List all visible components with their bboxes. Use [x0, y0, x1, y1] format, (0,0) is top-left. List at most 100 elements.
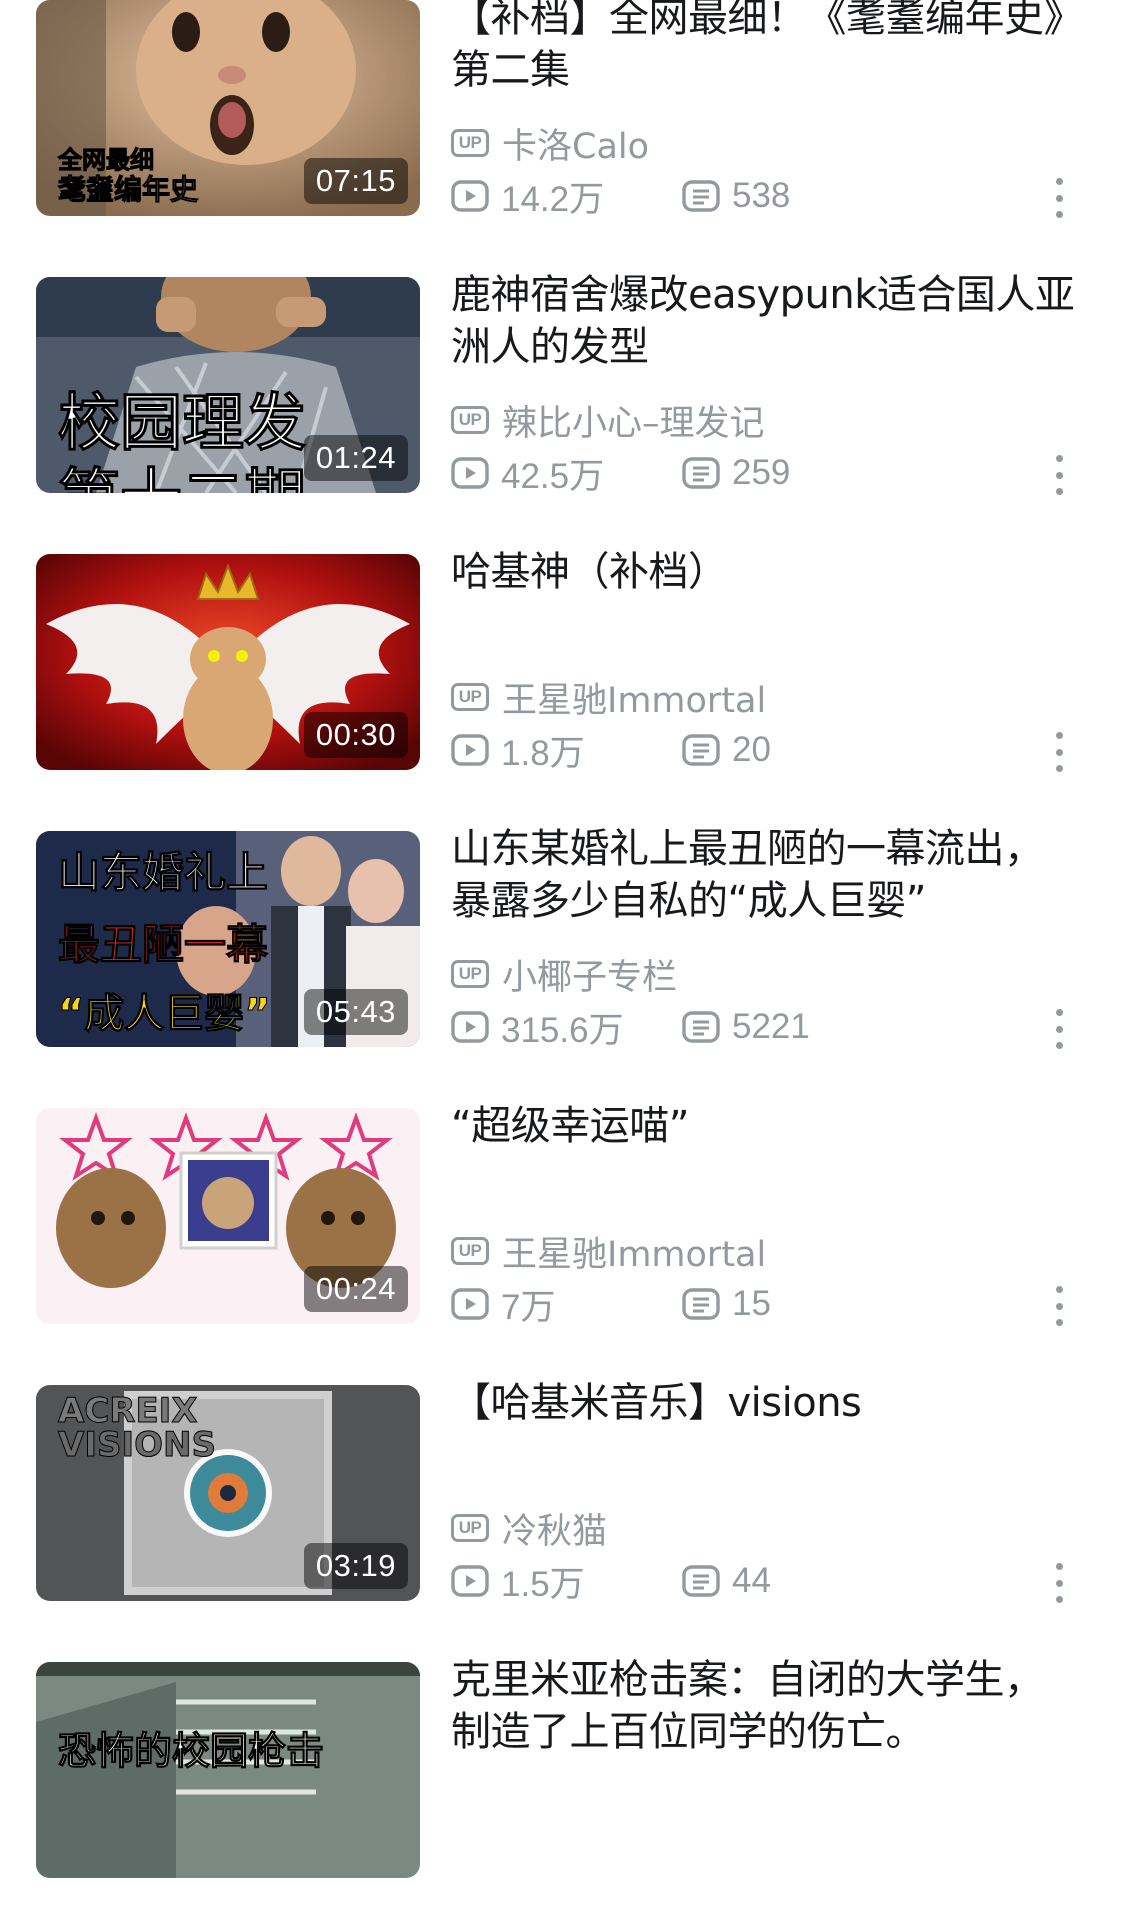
comment-count: 20: [682, 730, 771, 770]
video-card[interactable]: 00:24 “超级幸运喵” UP 王星驰Immortal 7万 15: [0, 1078, 1125, 1355]
uploader-name: 冷秋猫: [502, 1511, 608, 1552]
uploader-row[interactable]: UP 王星驰Immortal: [451, 1228, 767, 1275]
thumbnail-caption: 恐怖的校园枪击: [57, 1729, 325, 1774]
comment-count: 15: [682, 1284, 771, 1324]
danmaku-count-icon: [682, 734, 720, 766]
video-list: 全网最细 耄耋编年史 07:15 【补档】全网最细！《耄耋编年史》第二集 UP 卡洛Cal…: [0, 0, 1125, 1909]
duration-badge: 07:15: [303, 158, 408, 204]
more-vertical-icon[interactable]: [1047, 1009, 1071, 1049]
uploader-name: 王星驰Immortal: [502, 1234, 767, 1275]
video-title[interactable]: 【补档】全网最细！《耄耋编年史》第二集: [451, 0, 1081, 96]
stats-row: 42.5万 259: [451, 450, 1091, 496]
duration-badge: 00:24: [303, 1266, 408, 1312]
duration-badge: 05:43: [303, 989, 408, 1035]
play-count: 1.5万: [451, 1556, 682, 1607]
comment-count-value: 44: [732, 1561, 771, 1600]
play-count-icon: [451, 1288, 489, 1320]
comment-count: 259: [682, 453, 790, 493]
duration-badge: 01:24: [303, 435, 408, 481]
video-thumbnail[interactable]: 恐怖的校园枪击: [36, 1662, 420, 1878]
up-badge-icon: UP: [451, 683, 489, 711]
play-count-icon: [451, 1011, 489, 1043]
play-count-value: 7万: [501, 1287, 556, 1327]
video-title[interactable]: “超级幸运喵”: [451, 1100, 1081, 1152]
video-title[interactable]: 鹿神宿舍爆改easypunk适合国人亚洲人的发型: [451, 269, 1081, 373]
danmaku-count-icon: [682, 1565, 720, 1597]
video-thumbnail[interactable]: 校园理发第十二期01:24: [36, 277, 420, 493]
play-count-value: 1.8万: [501, 733, 585, 773]
play-count: 14.2万: [451, 171, 682, 222]
up-badge-icon: UP: [451, 1514, 489, 1542]
duration-badge: 00:30: [303, 712, 408, 758]
thumbnail-caption: 第十二期: [57, 447, 306, 494]
video-title[interactable]: 克里米亚枪击案：自闭的大学生，制造了上百位同学的伤亡。: [451, 1654, 1081, 1758]
uploader-row[interactable]: UP 卡洛Calo: [451, 120, 650, 167]
video-card[interactable]: 全网最细 耄耋编年史 07:15 【补档】全网最细！《耄耋编年史》第二集 UP 卡洛Cal…: [0, 0, 1125, 247]
play-count: 7万: [451, 1279, 682, 1330]
stats-row: 315.6万 5221: [451, 1004, 1091, 1050]
comment-count: 44: [682, 1561, 771, 1601]
video-title[interactable]: 哈基神（补档）: [451, 546, 1081, 598]
video-thumbnail[interactable]: 全网最细 耄耋编年史 07:15: [36, 0, 420, 216]
play-count: 42.5万: [451, 448, 682, 499]
comment-count: 5221: [682, 1007, 810, 1047]
up-badge-icon: UP: [451, 1237, 489, 1265]
uploader-row[interactable]: UP 王星驰Immortal: [451, 674, 767, 721]
play-count-icon: [451, 457, 489, 489]
danmaku-count-icon: [682, 457, 720, 489]
up-badge-icon: UP: [451, 960, 489, 988]
uploader-row[interactable]: UP 冷秋猫: [451, 1505, 608, 1552]
uploader-name: 小椰子专栏: [502, 957, 678, 998]
comment-count-value: 5221: [732, 1007, 810, 1046]
uploader-name: 辣比小心–理发记: [502, 403, 765, 444]
play-count: 315.6万: [451, 1002, 682, 1053]
stats-row: 1.8万 20: [451, 727, 1091, 773]
play-count-value: 42.5万: [501, 456, 605, 496]
video-thumbnail[interactable]: 山东婚礼上最丑陋一幕 “成人巨婴” 05:43: [36, 831, 420, 1047]
stats-row: 7万 15: [451, 1281, 1091, 1327]
video-card[interactable]: 山东婚礼上最丑陋一幕 “成人巨婴” 05:43 山东某婚礼上最丑陋的一幕流出，暴露多少…: [0, 801, 1125, 1078]
video-title[interactable]: 山东某婚礼上最丑陋的一幕流出，暴露多少自私的“成人巨婴”: [451, 823, 1081, 927]
comment-count-value: 20: [732, 730, 771, 769]
video-title[interactable]: 【哈基米音乐】visions: [451, 1377, 1081, 1429]
more-vertical-icon[interactable]: [1047, 455, 1071, 495]
comment-count-value: 259: [732, 453, 791, 492]
thumbnail-caption: 耄耋编年史: [57, 173, 199, 207]
video-card[interactable]: 恐怖的校园枪击 克里米亚枪击案：自闭的大学生，制造了上百位同学的伤亡。: [0, 1632, 1125, 1909]
stats-row: 14.2万 538: [451, 173, 1091, 219]
more-vertical-icon[interactable]: [1047, 1563, 1071, 1603]
thumbnail-caption: “成人巨婴”: [58, 991, 272, 1038]
comment-count-value: 15: [732, 1284, 771, 1323]
uploader-name: 王星驰Immortal: [502, 680, 767, 721]
video-card[interactable]: 校园理发第十二期01:24 鹿神宿舍爆改easypunk适合国人亚洲人的发型 UP 辣…: [0, 247, 1125, 524]
danmaku-count-icon: [682, 1011, 720, 1043]
more-vertical-icon[interactable]: [1047, 1286, 1071, 1326]
uploader-name: 卡洛Calo: [502, 126, 650, 167]
play-count-value: 315.6万: [501, 1010, 624, 1050]
thumbnail-caption: 山东婚礼上: [57, 848, 269, 898]
video-thumbnail[interactable]: ACREIX VISIONS 03:19: [36, 1385, 420, 1601]
up-badge-icon: UP: [451, 129, 489, 157]
thumbnail-caption: 最丑陋一幕: [57, 920, 269, 970]
danmaku-count-icon: [682, 180, 720, 212]
comment-count: 538: [682, 176, 790, 216]
play-count: 1.8万: [451, 725, 682, 776]
more-vertical-icon[interactable]: [1047, 178, 1071, 218]
play-count-value: 14.2万: [501, 179, 605, 219]
video-thumbnail[interactable]: 00:24: [36, 1108, 420, 1324]
play-count-icon: [451, 180, 489, 212]
video-card[interactable]: 00:30 哈基神（补档） UP 王星驰Immortal 1.8万 20: [0, 524, 1125, 801]
play-count-icon: [451, 734, 489, 766]
stats-row: 1.5万 44: [451, 1558, 1091, 1604]
duration-badge: 03:19: [303, 1543, 408, 1589]
up-badge-icon: UP: [451, 406, 489, 434]
thumbnail-caption: VISIONS: [58, 1425, 217, 1466]
uploader-row[interactable]: UP 小椰子专栏: [451, 951, 678, 998]
play-count-icon: [451, 1565, 489, 1597]
uploader-row[interactable]: UP 辣比小心–理发记: [451, 397, 765, 444]
danmaku-count-icon: [682, 1288, 720, 1320]
video-thumbnail[interactable]: 00:30: [36, 554, 420, 770]
more-vertical-icon[interactable]: [1047, 732, 1071, 772]
video-card[interactable]: ACREIX VISIONS 03:19 【哈基米音乐】visions UP 冷秋猫 1.5…: [0, 1355, 1125, 1632]
play-count-value: 1.5万: [501, 1564, 585, 1604]
